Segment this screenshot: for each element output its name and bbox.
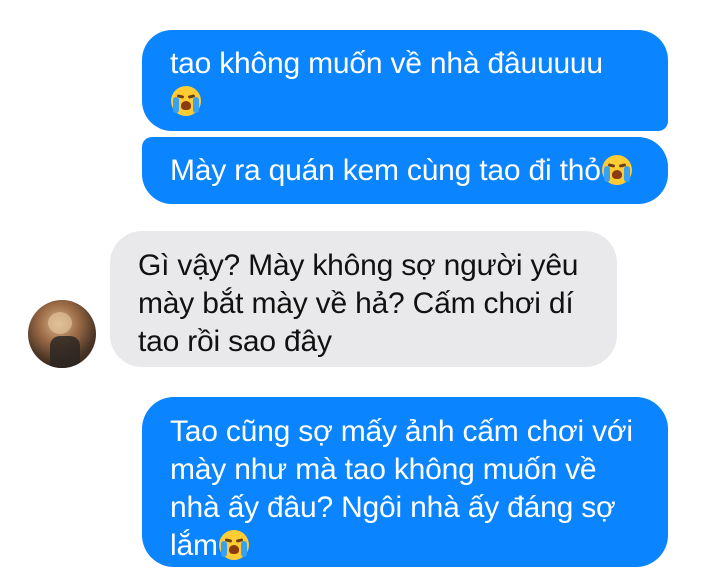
message-text: Mày ra quán kem cùng tao đi thỏ — [170, 154, 601, 187]
chat-thread: tao không muốn về nhà đâuuuuu Mày ra quá… — [0, 0, 720, 588]
outgoing-message-bubble[interactable]: Mày ra quán kem cùng tao đi thỏ — [142, 137, 668, 204]
message-text: tao rồi sao đây — [138, 325, 332, 358]
contact-avatar[interactable] — [28, 300, 96, 368]
message-text: mày bắt mày về hả? Cấm chơi dí — [138, 287, 574, 320]
crying-face-icon — [171, 86, 201, 116]
crying-face-icon — [218, 530, 249, 560]
incoming-message-bubble[interactable]: Gì vậy? Mày không sợ người yêu mày bắt m… — [110, 231, 617, 367]
outgoing-message-bubble[interactable]: tao không muốn về nhà đâuuuuu — [142, 30, 668, 131]
outgoing-message-bubble[interactable]: Tao cũng sợ mấy ảnh cấm chơi với mày như… — [142, 397, 668, 567]
message-text: Gì vậy? Mày không sợ người yêu — [138, 249, 579, 282]
message-text: lắm — [170, 529, 218, 562]
crying-face-icon — [601, 155, 632, 185]
message-text: tao không muốn về nhà đâuuuuu — [170, 47, 603, 80]
message-text: Tao cũng sợ mấy ảnh cấm chơi với — [170, 415, 633, 448]
message-text: nhà ấy đâu? Ngôi nhà ấy đáng sợ — [170, 491, 616, 524]
message-text: mày như mà tao không muốn về — [170, 453, 597, 486]
